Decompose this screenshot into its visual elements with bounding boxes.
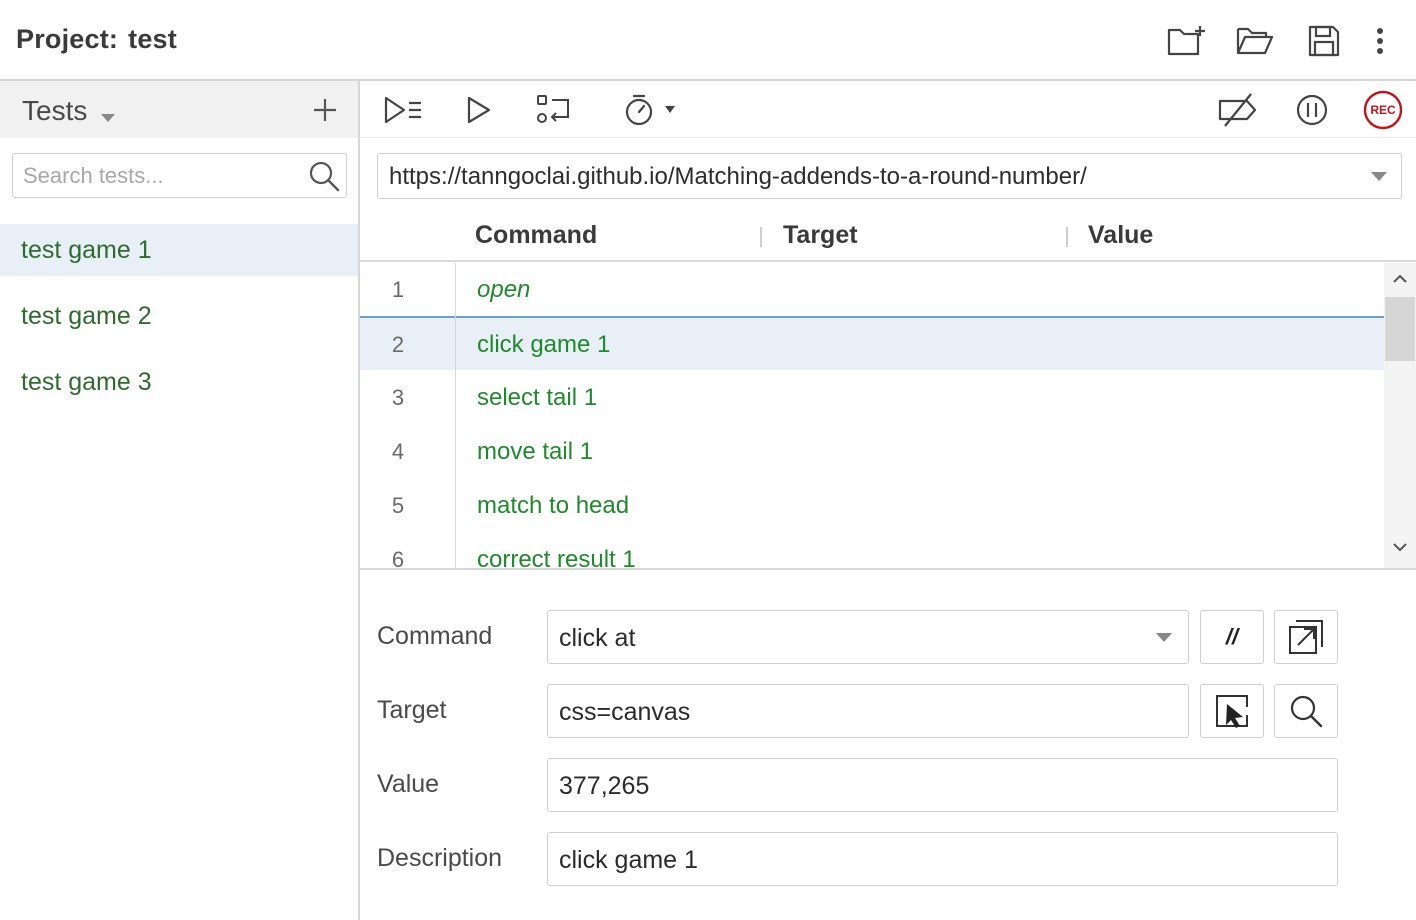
project-name[interactable]: test <box>128 24 177 54</box>
scroll-down-icon[interactable] <box>1392 543 1408 553</box>
select-element-icon <box>1216 695 1248 728</box>
more-vertical-icon[interactable] <box>1359 20 1401 62</box>
disable-breakpoints-icon[interactable] <box>1215 89 1261 131</box>
tests-bar: Tests <box>0 81 358 138</box>
test-item[interactable]: test game 2 <box>0 290 358 342</box>
record-button[interactable]: REC <box>1362 89 1404 131</box>
command-label: Command <box>377 622 493 650</box>
description-value: click game 1 <box>559 846 698 874</box>
value-value: 377,265 <box>559 772 650 800</box>
row-command: open <box>477 276 531 303</box>
caret-down-icon <box>101 97 116 129</box>
base-url-select[interactable]: https://tanngoclai.github.io/Matching-ad… <box>377 153 1402 199</box>
target-input[interactable]: css=canvas <box>547 684 1189 738</box>
index-column-divider <box>455 263 456 568</box>
step-icon[interactable] <box>533 89 575 131</box>
comment-toggle-button[interactable]: // <box>1200 610 1264 664</box>
column-target: Target <box>783 221 858 249</box>
tests-title-label: Tests <box>22 95 88 126</box>
command-value: click at <box>559 624 636 652</box>
pause-icon[interactable] <box>1291 89 1333 131</box>
add-test-button[interactable] <box>306 91 344 129</box>
table-row[interactable]: 2 click game 1 <box>360 316 1384 370</box>
open-folder-icon[interactable] <box>1234 20 1276 62</box>
base-url-text: https://tanngoclai.github.io/Matching-ad… <box>389 163 1087 190</box>
search-tests-input[interactable] <box>23 162 303 190</box>
select-target-button[interactable] <box>1200 684 1264 738</box>
search-icon[interactable] <box>308 160 340 192</box>
chevron-down-icon <box>1371 172 1387 181</box>
command-select[interactable]: click at <box>547 610 1189 664</box>
run-icon[interactable] <box>458 89 500 131</box>
commands-table-body: 1 open 2 click game 1 3 select tail 1 4 … <box>360 263 1384 568</box>
chevron-down-icon <box>1156 633 1172 642</box>
row-command: click game 1 <box>477 331 611 358</box>
column-divider[interactable] <box>760 227 762 247</box>
main-panel: REC https://tanngoclai.github.io/Matchin… <box>360 81 1416 920</box>
row-command: correct result 1 <box>477 546 636 568</box>
tests-dropdown[interactable]: Tests <box>22 93 116 129</box>
run-all-icon[interactable] <box>382 89 424 131</box>
value-label: Value <box>377 770 440 798</box>
scroll-up-icon[interactable] <box>1392 273 1408 283</box>
value-input[interactable]: 377,265 <box>547 758 1338 812</box>
description-label: Description <box>377 844 503 872</box>
project-label: Project: <box>16 24 119 54</box>
row-number: 5 <box>391 493 405 518</box>
panel-divider[interactable] <box>360 568 1416 570</box>
test-item[interactable]: test game 1 <box>0 224 358 276</box>
record-label: REC <box>1370 103 1396 117</box>
row-command: select tail 1 <box>477 384 598 411</box>
description-input[interactable]: click game 1 <box>547 832 1338 886</box>
commands-table-header: Command Target Value <box>360 211 1416 262</box>
open-external-icon <box>1289 620 1323 654</box>
table-row[interactable]: 5 match to head <box>360 479 1384 533</box>
row-command: move tail 1 <box>477 438 594 465</box>
row-number: 3 <box>391 385 405 410</box>
app-header: Project: test <box>0 0 1416 81</box>
table-row[interactable]: 3 select tail 1 <box>360 371 1384 425</box>
new-project-icon[interactable] <box>1165 20 1207 62</box>
target-value: css=canvas <box>559 698 691 726</box>
row-number: 6 <box>391 547 405 568</box>
table-row[interactable]: 1 open <box>360 263 1384 317</box>
row-number: 2 <box>391 332 405 357</box>
row-command: match to head <box>477 492 630 519</box>
plus-icon <box>314 99 336 121</box>
speed-timer-icon[interactable] <box>620 89 680 131</box>
column-command: Command <box>475 221 598 249</box>
column-divider[interactable] <box>1066 227 1068 247</box>
table-row[interactable]: 6 correct result 1 <box>360 533 1384 568</box>
sidebar: Tests test game 1 test game 2 test game … <box>0 81 360 920</box>
table-row[interactable]: 4 move tail 1 <box>360 425 1384 479</box>
find-target-button[interactable] <box>1274 684 1338 738</box>
scrollbar-thumb[interactable] <box>1385 297 1415 361</box>
row-number: 1 <box>391 277 405 302</box>
project-title: Project: test <box>16 24 177 55</box>
commands-scrollbar[interactable] <box>1384 263 1416 568</box>
column-value: Value <box>1088 221 1154 249</box>
search-tests-box <box>12 153 347 198</box>
playback-toolbar: REC <box>360 81 1416 138</box>
comment-toggle-label: // <box>1225 624 1239 649</box>
search-icon <box>1290 695 1323 728</box>
row-number: 4 <box>391 439 405 464</box>
save-icon[interactable] <box>1303 20 1345 62</box>
target-label: Target <box>377 696 447 724</box>
test-item[interactable]: test game 3 <box>0 356 358 408</box>
open-reference-button[interactable] <box>1274 610 1338 664</box>
